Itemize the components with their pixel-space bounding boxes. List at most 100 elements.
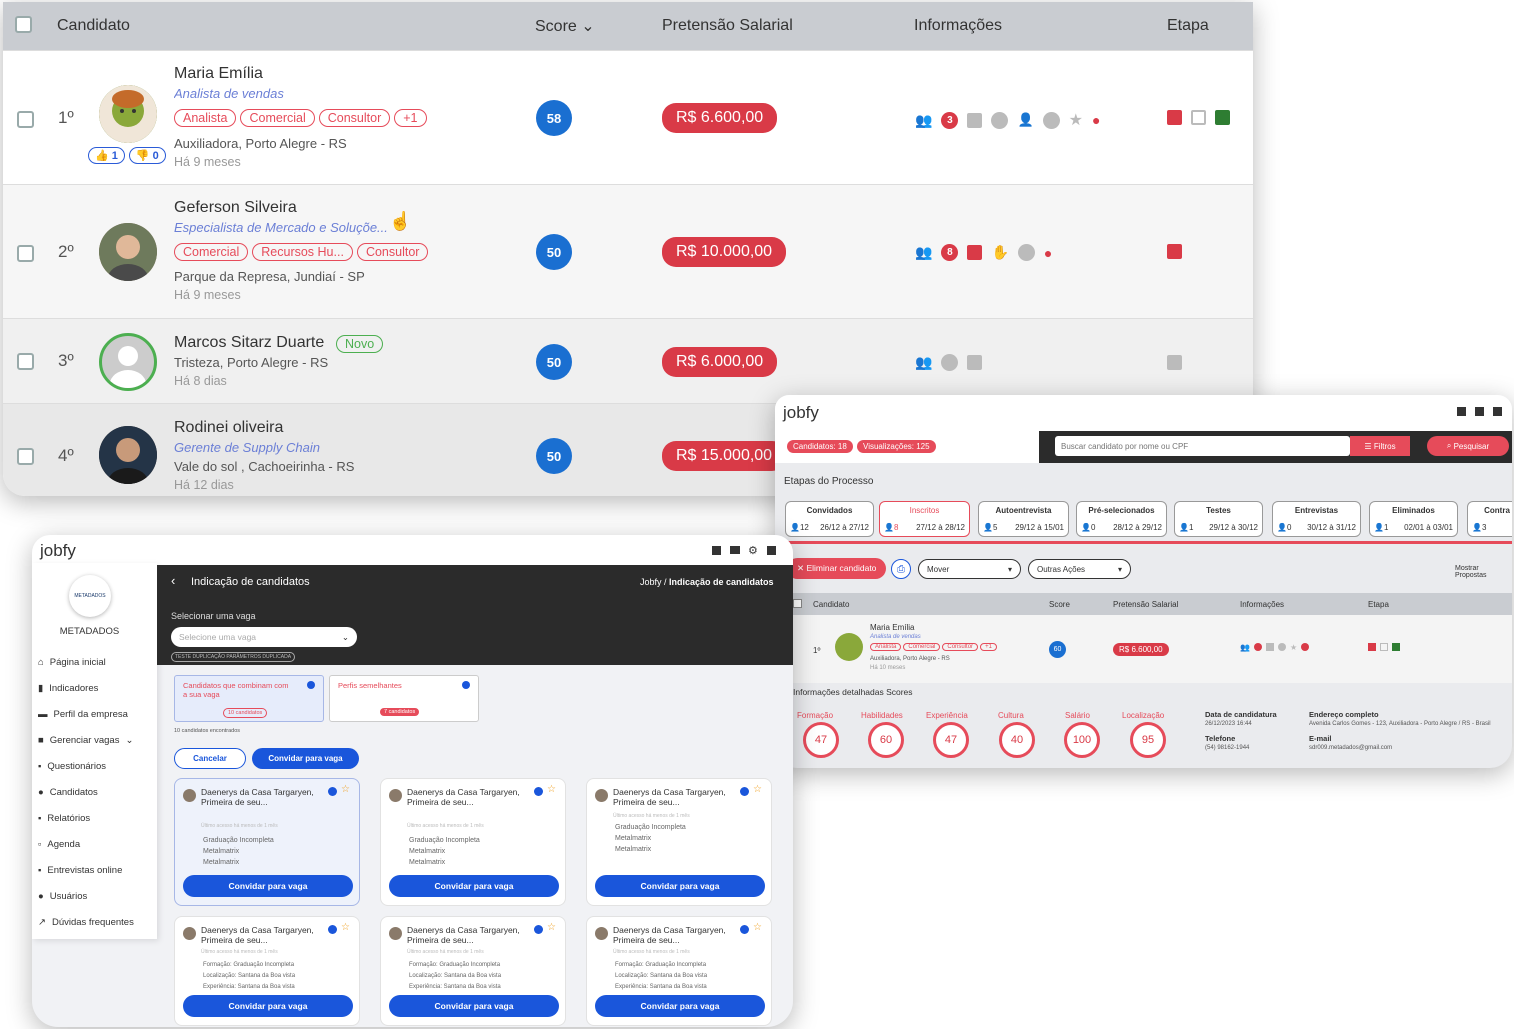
megaphone-icon[interactable] — [1475, 407, 1484, 416]
thumbs-down-button[interactable]: 👎 0 — [128, 147, 166, 164]
job-select[interactable]: Selecione uma vaga ⌄ — [171, 627, 357, 647]
document-icon[interactable] — [1215, 110, 1230, 125]
candidate-name[interactable]: Maria Emília — [174, 65, 263, 83]
gear-icon[interactable]: ⚙ — [748, 544, 758, 557]
mail-icon[interactable] — [730, 546, 740, 554]
table-row[interactable]: 2º Geferson Silveira Especialista de Mer… — [3, 184, 1253, 318]
money-bag-icon[interactable] — [1301, 643, 1310, 651]
search-button[interactable]: ⌕ Pesquisar — [1427, 436, 1509, 456]
stage-card[interactable]: Eliminados 👤1 02/01 à 03/01 — [1369, 501, 1458, 537]
briefcase-icon[interactable] — [967, 112, 983, 128]
info-icon[interactable] — [328, 925, 337, 934]
chat-icon[interactable] — [1380, 643, 1388, 651]
sidebar-item-users[interactable]: ● Usuários — [38, 891, 87, 902]
tag[interactable]: +1 — [980, 643, 997, 651]
col-score[interactable]: Score — [1049, 600, 1070, 609]
sidebar-item-manage-jobs[interactable]: ■ Gerenciar vagas ⌄ — [38, 735, 133, 746]
clipboard-icon[interactable] — [1368, 643, 1376, 651]
invite-button[interactable]: Convidar para vaga — [252, 748, 359, 769]
jobfy-logo[interactable]: jobfy — [40, 541, 76, 561]
jobfy-logo[interactable]: jobfy — [783, 403, 819, 423]
arrow-icon[interactable] — [1017, 244, 1035, 261]
row-checkbox[interactable] — [17, 111, 34, 128]
table-row[interactable]: 3º Marcos Sitarz Duarte Novo Tristeza, P… — [3, 318, 1253, 403]
candidate-card[interactable]: Daenerys da Casa Targaryen, Primeira de … — [586, 916, 772, 1026]
stage-card[interactable]: Autoentrevista 👤5 29/12 à 15/01 — [978, 501, 1069, 537]
sidebar-item-online-interviews[interactable]: ▪ Entrevistas online — [38, 865, 122, 876]
star-icon[interactable]: ★ — [1290, 643, 1297, 652]
tab-similar[interactable]: Perfis semelhantes 7 candidatos — [329, 675, 479, 722]
document-icon[interactable] — [1392, 643, 1400, 651]
group-icon[interactable]: 👥 — [915, 354, 932, 371]
back-arrow-icon[interactable]: ‹ — [171, 573, 175, 588]
notification-icon[interactable] — [1457, 407, 1466, 416]
clock-icon[interactable] — [941, 354, 959, 371]
candidate-name[interactable]: Rodinei oliveira — [174, 419, 283, 437]
logout-icon[interactable] — [767, 546, 776, 555]
handshake-icon[interactable]: ✋ — [991, 244, 1008, 261]
stage-card[interactable]: Pré-selecionados 👤0 28/12 à 29/12 — [1076, 501, 1167, 537]
clipboard-icon[interactable] — [1167, 244, 1182, 259]
info-icon[interactable] — [740, 925, 749, 934]
star-icon[interactable]: ☆ — [341, 784, 350, 795]
clock-icon[interactable] — [1277, 643, 1286, 651]
sidebar-item-home[interactable]: ⌂ Página inicial — [38, 657, 106, 668]
table-row[interactable]: 1º Maria Emília Analista de vendas Anali… — [793, 615, 1512, 683]
candidate-card[interactable]: Daenerys da Casa Targaryen, Primeira de … — [174, 778, 360, 906]
card-invite-button[interactable]: Convidar para vaga — [389, 995, 559, 1017]
arrow-icon[interactable] — [1042, 111, 1060, 129]
sidebar-item-reports[interactable]: ▪ Relatórios — [38, 813, 90, 824]
count-badge[interactable] — [1253, 643, 1262, 651]
other-actions-dropdown[interactable]: Outras Ações ▾ — [1028, 559, 1131, 579]
move-dropdown[interactable]: Mover ▾ — [918, 559, 1021, 579]
filters-button[interactable]: ☰ Filtros — [1350, 436, 1410, 456]
megaphone-icon[interactable] — [712, 546, 721, 555]
sidebar-item-indicators[interactable]: ▮ Indicadores — [38, 683, 98, 694]
breadcrumb-link[interactable]: Jobfy — [640, 577, 662, 587]
vote-buttons[interactable]: 👍 1 👎 0 — [88, 147, 166, 164]
row-checkbox[interactable] — [17, 448, 34, 465]
info-icon[interactable] — [307, 681, 315, 689]
briefcase-icon[interactable] — [967, 245, 983, 260]
star-icon[interactable]: ☆ — [547, 922, 556, 933]
money-bag-icon[interactable]: ● — [1044, 245, 1052, 261]
candidate-card[interactable]: Daenerys da Casa Targaryen, Primeira de … — [380, 778, 566, 906]
candidate-card[interactable]: Daenerys da Casa Targaryen, Primeira de … — [380, 916, 566, 1026]
candidate-name[interactable]: Marcos Sitarz Duarte — [174, 334, 324, 352]
eliminate-button[interactable]: ✕ Eliminar candidato — [787, 558, 887, 579]
chat-icon[interactable] — [1191, 110, 1206, 125]
stage-card[interactable]: Convidados 👤12 26/12 à 27/12 — [785, 501, 874, 537]
show-proposals-link[interactable]: Mostrar Propostas — [1455, 565, 1512, 579]
group-icon[interactable]: 👥 — [915, 112, 932, 129]
tag-more[interactable]: +1 — [394, 109, 427, 127]
info-icon[interactable] — [328, 787, 337, 796]
candidate-name[interactable]: Maria Emília — [870, 623, 914, 632]
sidebar-item-agenda[interactable]: ▫ Agenda — [38, 839, 80, 850]
star-icon[interactable]: ★ — [1069, 110, 1083, 130]
star-icon[interactable]: ☆ — [753, 784, 762, 795]
table-row[interactable]: 1º 👍 1 👎 0 Maria Emília Analista de vend… — [3, 50, 1253, 184]
stage-card[interactable]: Entrevistas 👤0 30/12 à 31/12 — [1272, 501, 1361, 537]
cancel-button[interactable]: Cancelar — [174, 748, 246, 769]
sidebar-item-faq[interactable]: ↗ Dúvidas frequentes — [38, 917, 134, 928]
info-icon[interactable] — [534, 787, 543, 796]
clipboard-icon[interactable] — [1167, 355, 1182, 370]
col-score-sort[interactable]: Score ⌄ — [535, 16, 595, 36]
candidate-card[interactable]: Daenerys da Casa Targaryen, Primeira de … — [174, 916, 360, 1026]
card-invite-button[interactable]: Convidar para vaga — [595, 995, 765, 1017]
count-badge[interactable]: 3 — [941, 111, 959, 129]
candidate-name[interactable]: Geferson Silveira — [174, 199, 297, 217]
group-icon[interactable]: 👥 — [1240, 643, 1250, 652]
tab-matching[interactable]: Candidatos que combinam com a sua vaga 1… — [174, 675, 324, 722]
briefcase-icon[interactable] — [967, 355, 983, 370]
row-checkbox[interactable] — [17, 245, 34, 262]
row-checkbox[interactable] — [17, 353, 34, 370]
thumbs-up-button[interactable]: 👍 1 — [88, 147, 125, 164]
sidebar-item-candidates[interactable]: ● Candidatos — [38, 787, 98, 798]
print-icon[interactable]: ⎙ — [891, 559, 911, 579]
info-icon[interactable] — [462, 681, 470, 689]
candidate-card[interactable]: Daenerys da Casa Targaryen, Primeira de … — [586, 778, 772, 906]
count-badge[interactable]: 8 — [941, 244, 959, 261]
add-user-icon[interactable]: 👤 — [1017, 112, 1033, 128]
group-icon[interactable]: 👥 — [915, 244, 932, 261]
